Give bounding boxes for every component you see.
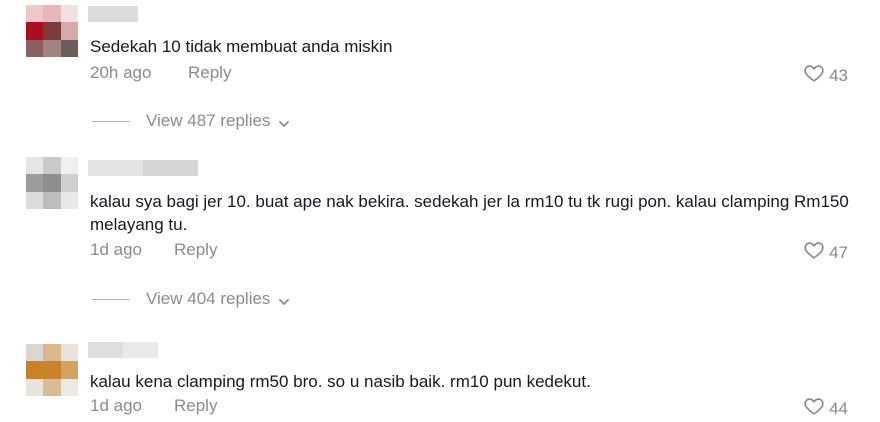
avatar-pixel bbox=[60, 191, 78, 209]
avatar-pixel bbox=[60, 174, 78, 192]
comment-text: Sedekah 10 tidak membuat anda miskin bbox=[90, 37, 393, 56]
avatar-pixel bbox=[43, 344, 61, 362]
divider-line bbox=[92, 120, 130, 122]
chevron-down-icon bbox=[278, 293, 290, 305]
comment-time: 20h ago bbox=[90, 63, 152, 82]
comment-meta: 1d ago Reply bbox=[90, 396, 217, 416]
avatar-pixel bbox=[26, 174, 44, 192]
avatar[interactable] bbox=[26, 157, 78, 209]
avatar-pixel bbox=[43, 191, 61, 209]
like-button[interactable]: 43 bbox=[803, 62, 848, 89]
avatar-pixel bbox=[26, 157, 44, 175]
avatar-pixel bbox=[43, 157, 61, 175]
comment-time: 1d ago bbox=[90, 396, 142, 415]
like-button[interactable]: 47 bbox=[803, 239, 848, 266]
like-count: 47 bbox=[829, 242, 848, 262]
avatar-pixel bbox=[60, 378, 78, 396]
like-count: 44 bbox=[829, 398, 848, 418]
avatar-pixel bbox=[43, 174, 61, 192]
avatar-pixel bbox=[43, 39, 61, 57]
view-replies-label: View 487 replies bbox=[146, 111, 271, 130]
heart-icon bbox=[803, 239, 825, 266]
avatar-pixel bbox=[26, 344, 44, 362]
view-replies-button[interactable]: View 404 replies bbox=[92, 289, 290, 309]
avatar-pixel bbox=[43, 22, 61, 40]
avatar-pixel bbox=[60, 361, 78, 379]
avatar-pixel bbox=[43, 5, 61, 23]
heart-icon bbox=[803, 62, 825, 89]
avatar-pixel bbox=[60, 5, 78, 23]
chevron-down-icon bbox=[278, 115, 290, 127]
comment-text: kalau kena clamping rm50 bro. so u nasib… bbox=[90, 372, 591, 391]
avatar-pixel bbox=[26, 39, 44, 57]
avatar-pixel bbox=[60, 22, 78, 40]
view-replies-button[interactable]: View 487 replies bbox=[92, 111, 290, 131]
avatar-pixel bbox=[60, 344, 78, 362]
like-button[interactable]: 44 bbox=[803, 395, 848, 422]
avatar[interactable] bbox=[26, 5, 78, 57]
username-blurred[interactable] bbox=[88, 6, 138, 22]
reply-button[interactable]: Reply bbox=[188, 63, 231, 83]
like-count: 43 bbox=[829, 65, 848, 85]
avatar-pixel bbox=[26, 361, 44, 379]
reply-button[interactable]: Reply bbox=[174, 240, 217, 260]
avatar-pixel bbox=[26, 191, 44, 209]
avatar-pixel bbox=[60, 157, 78, 175]
comment-time: 1d ago bbox=[90, 240, 142, 259]
avatar[interactable] bbox=[26, 344, 78, 396]
comment-meta: 1d ago Reply bbox=[90, 240, 217, 260]
avatar-pixel bbox=[26, 22, 44, 40]
comment-meta: 20h ago Reply bbox=[90, 63, 231, 83]
comment-text: kalau sya bagi jer 10. buat ape nak beki… bbox=[90, 192, 849, 234]
username-blurred[interactable] bbox=[88, 160, 198, 176]
avatar-pixel bbox=[26, 378, 44, 396]
username-blurred[interactable] bbox=[88, 342, 158, 358]
avatar-pixel bbox=[26, 5, 44, 23]
reply-button[interactable]: Reply bbox=[174, 396, 217, 416]
view-replies-label: View 404 replies bbox=[146, 289, 271, 308]
heart-icon bbox=[803, 395, 825, 422]
avatar-pixel bbox=[43, 361, 61, 379]
avatar-pixel bbox=[43, 378, 61, 396]
divider-line bbox=[92, 298, 130, 300]
avatar-pixel bbox=[60, 39, 78, 57]
